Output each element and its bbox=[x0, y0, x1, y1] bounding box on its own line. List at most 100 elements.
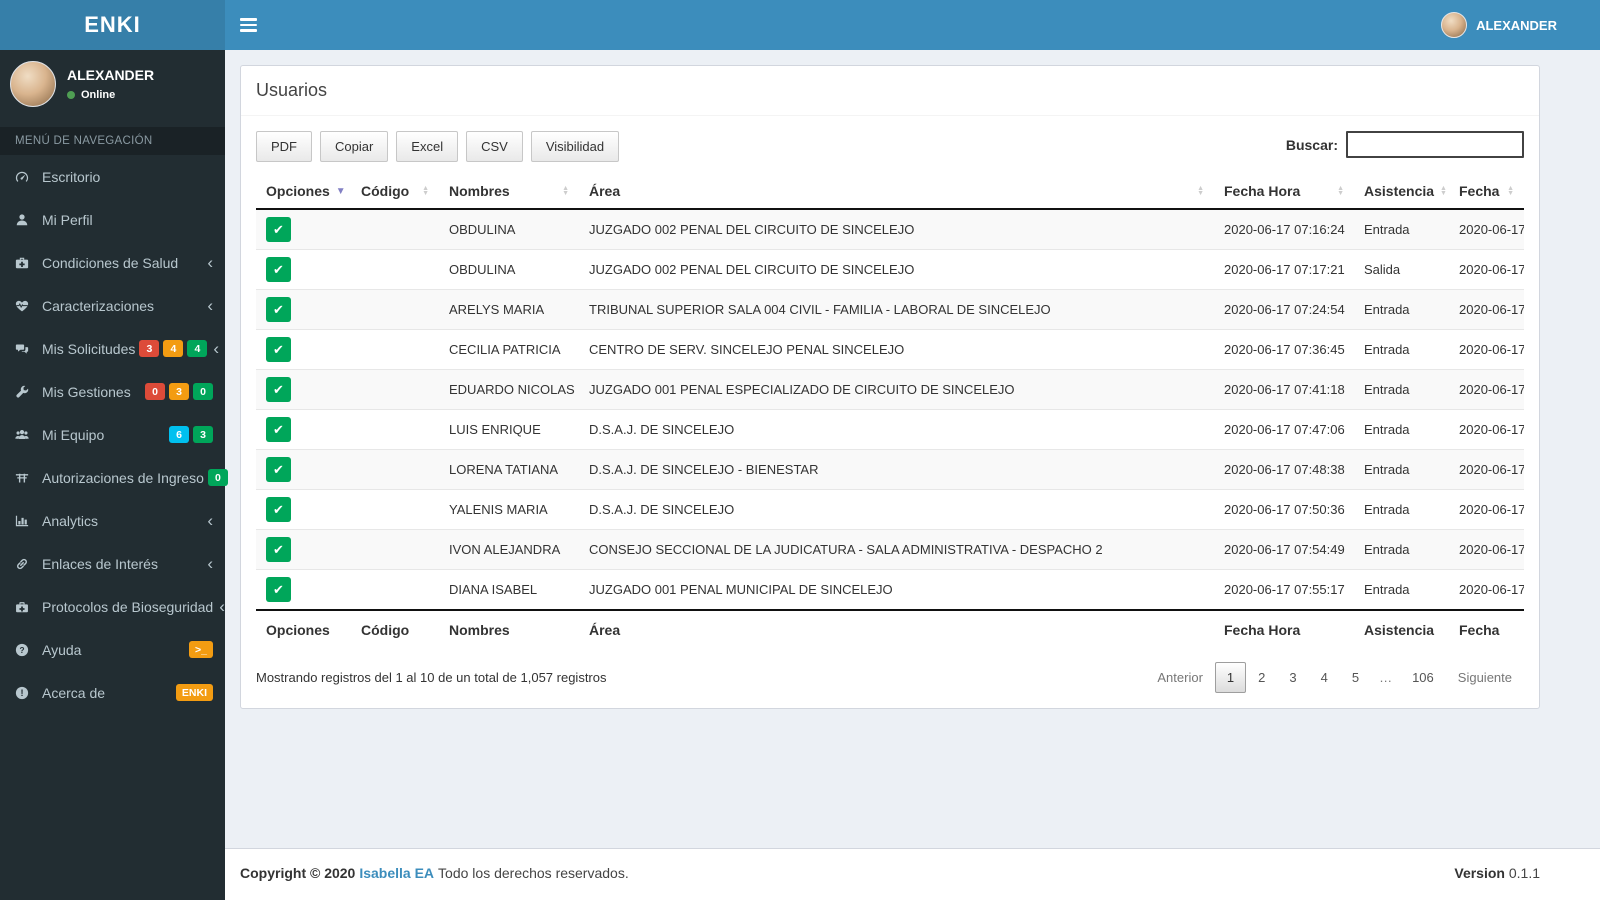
row-checkbox-button[interactable]: ✔ bbox=[266, 337, 291, 362]
row-checkbox-button[interactable]: ✔ bbox=[266, 297, 291, 322]
cell-opciones: ✔ bbox=[256, 209, 351, 250]
main-content: Usuarios PDF Copiar Excel CSV Visibilidad Bu… bbox=[225, 50, 1600, 848]
table-row: ✔ OBDULINA JUZGADO 002 PENAL DEL CIRCUITO … bbox=[256, 209, 1524, 250]
export-excel-button[interactable]: Excel bbox=[396, 131, 459, 162]
table-row: ✔ DIANA ISABEL JUZGADO 001 PENAL MUNICIPAL… bbox=[256, 569, 1524, 611]
sidebar-item-analytics[interactable]: Analytics ‹ bbox=[0, 499, 225, 542]
export-pdf-button[interactable]: PDF bbox=[256, 131, 312, 162]
next-page-button[interactable]: Siguiente bbox=[1446, 663, 1524, 692]
table-row: ✔ LUIS ENRIQUE D.S.A.J. DE SINCELEJO 2020-0… bbox=[256, 409, 1524, 450]
page-button-3[interactable]: 3 bbox=[1277, 662, 1308, 693]
page-button-2[interactable]: 2 bbox=[1246, 662, 1277, 693]
column-label: Asistencia bbox=[1364, 183, 1435, 199]
footer-column-asistencia: Asistencia bbox=[1354, 609, 1449, 649]
count-badge: 3 bbox=[139, 340, 160, 357]
column-header-fecha[interactable]: Fecha ▲ ▼ bbox=[1449, 174, 1524, 210]
briefcase-medical-icon bbox=[15, 600, 42, 614]
export-csv-button[interactable]: CSV bbox=[466, 131, 523, 162]
sort-icon: ▲ ▼ bbox=[1507, 185, 1514, 197]
cell-fecha-hora: 2020-06-17 07:47:06 bbox=[1224, 422, 1345, 437]
row-checkbox-button[interactable]: ✔ bbox=[266, 577, 291, 602]
cell-fecha: 2020-06-17 bbox=[1459, 302, 1524, 317]
row-checkbox-button[interactable]: ✔ bbox=[266, 537, 291, 562]
cell-fecha: 2020-06-17 bbox=[1459, 542, 1524, 557]
column-header-opciones[interactable]: Opciones ▼ bbox=[256, 174, 351, 210]
sidebar-menu: Escritorio Mi Perfil Condiciones de Salud ‹… bbox=[0, 155, 228, 714]
cell-codigo bbox=[351, 410, 439, 450]
row-checkbox-button[interactable]: ✔ bbox=[266, 217, 291, 242]
cell-asistencia: Entrada bbox=[1364, 582, 1410, 597]
footer-column-codigo: Código bbox=[351, 609, 439, 649]
sidebar-item-protocolos-de-bioseguridad[interactable]: Protocolos de Bioseguridad ‹ bbox=[0, 585, 225, 628]
search-input[interactable] bbox=[1346, 131, 1524, 158]
gauge-icon bbox=[15, 170, 42, 184]
sidebar-item-caracterizaciones[interactable]: Caracterizaciones ‹ bbox=[0, 284, 225, 327]
check-icon: ✔ bbox=[273, 582, 284, 597]
count-badge: >_ bbox=[189, 641, 213, 658]
page-button-106[interactable]: 106 bbox=[1400, 662, 1446, 693]
cell-nombres: LUIS ENRIQUE bbox=[449, 422, 541, 437]
sidebar-item-escritorio[interactable]: Escritorio bbox=[0, 155, 225, 198]
count-badge: 0 bbox=[207, 469, 228, 486]
column-label: Área bbox=[589, 183, 621, 199]
cell-asistencia: Salida bbox=[1364, 262, 1401, 277]
sidebar-item-enlaces-de-interes[interactable]: Enlaces de Interés ‹ bbox=[0, 542, 225, 585]
comments-icon bbox=[15, 342, 42, 356]
sidebar-toggle-button[interactable] bbox=[225, 0, 271, 50]
sidebar-user-panel: ALEXANDER Online bbox=[0, 50, 225, 118]
sidebar-item-mi-perfil[interactable]: Mi Perfil bbox=[0, 198, 225, 241]
status-label: Online bbox=[81, 89, 116, 101]
brand-link[interactable]: Isabella EA bbox=[359, 865, 434, 881]
sidebar-item-condiciones-de-salud[interactable]: Condiciones de Salud ‹ bbox=[0, 241, 225, 284]
cell-fecha-hora: 2020-06-17 07:50:36 bbox=[1224, 502, 1345, 517]
user-avatar bbox=[1441, 12, 1468, 38]
export-copiar-button[interactable]: Copiar bbox=[320, 131, 389, 162]
row-checkbox-button[interactable]: ✔ bbox=[266, 457, 291, 482]
sort-icon: ▲ ▼ bbox=[1337, 185, 1344, 197]
footer-column-nombres: Nombres bbox=[439, 609, 579, 649]
sidebar-item-ayuda[interactable]: ? Ayuda >_ bbox=[0, 628, 225, 671]
user-icon bbox=[15, 213, 42, 227]
sidebar-item-mis-gestiones[interactable]: Mis Gestiones 0 3 0 bbox=[0, 370, 225, 413]
previous-page-button[interactable]: Anterior bbox=[1145, 663, 1215, 692]
usuarios-table: Opciones ▼ Código ▲ ▼ Nombres ▲ ▼ Área ▲ ▼ Fecha Ho… bbox=[256, 174, 1524, 649]
column-header-nombres[interactable]: Nombres ▲ ▼ bbox=[439, 174, 579, 210]
page-button-5[interactable]: 5 bbox=[1340, 662, 1371, 693]
sidebar-item-autorizaciones-de-ingreso[interactable]: Autorizaciones de Ingreso 0 bbox=[0, 456, 228, 499]
row-checkbox-button[interactable]: ✔ bbox=[266, 377, 291, 402]
cell-fecha: 2020-06-17 bbox=[1459, 342, 1524, 357]
column-header-fecha-hora[interactable]: Fecha Hora ▲ ▼ bbox=[1214, 174, 1354, 210]
column-header-area[interactable]: Área ▲ ▼ bbox=[579, 174, 1214, 210]
page-button-1[interactable]: 1 bbox=[1214, 662, 1247, 693]
column-header-codigo[interactable]: Código ▲ ▼ bbox=[351, 174, 439, 210]
sidebar-item-label: Autorizaciones de Ingreso bbox=[42, 469, 204, 486]
table-body: ✔ OBDULINA JUZGADO 002 PENAL DEL CIRCUITO … bbox=[256, 209, 1524, 610]
cell-opciones: ✔ bbox=[256, 370, 351, 410]
cell-fecha: 2020-06-17 bbox=[1459, 502, 1524, 517]
cell-opciones: ✔ bbox=[256, 290, 351, 330]
page-button-4[interactable]: 4 bbox=[1309, 662, 1340, 693]
sidebar-item-mi-equipo[interactable]: Mi Equipo 6 3 bbox=[0, 413, 225, 456]
row-checkbox-button[interactable]: ✔ bbox=[266, 417, 291, 442]
cell-area: TRIBUNAL SUPERIOR SALA 004 CIVIL - FAMIL… bbox=[589, 302, 1051, 317]
avatar bbox=[10, 61, 56, 107]
users-icon bbox=[15, 428, 42, 442]
cell-asistencia: Entrada bbox=[1364, 222, 1410, 237]
cell-asistencia: Entrada bbox=[1364, 382, 1410, 397]
sidebar-item-mis-solicitudes[interactable]: Mis Solicitudes 3 4 4 ‹ bbox=[0, 327, 225, 370]
user-status: Online bbox=[67, 89, 154, 101]
brand-logo[interactable]: ENKI bbox=[0, 0, 225, 50]
table-row: ✔ EDUARDO NICOLAS JUZGADO 001 PENAL ESPECI… bbox=[256, 369, 1524, 410]
row-checkbox-button[interactable]: ✔ bbox=[266, 257, 291, 282]
navbar-user-menu[interactable]: ALEXANDER bbox=[1441, 0, 1557, 50]
row-checkbox-button[interactable]: ✔ bbox=[266, 497, 291, 522]
heartbeat-icon bbox=[15, 299, 42, 313]
cell-fecha-hora: 2020-06-17 07:24:54 bbox=[1224, 302, 1345, 317]
export-visibilidad-button[interactable]: Visibilidad bbox=[530, 131, 620, 162]
cell-fecha: 2020-06-17 bbox=[1459, 422, 1524, 437]
count-badge: 6 bbox=[169, 426, 189, 443]
cell-opciones: ✔ bbox=[256, 530, 351, 570]
column-header-asistencia[interactable]: Asistencia ▲ ▼ bbox=[1354, 174, 1449, 210]
footer-column-opciones: Opciones bbox=[256, 609, 351, 649]
sidebar-item-acerca-de[interactable]: ! Acerca de ENKI bbox=[0, 671, 225, 714]
